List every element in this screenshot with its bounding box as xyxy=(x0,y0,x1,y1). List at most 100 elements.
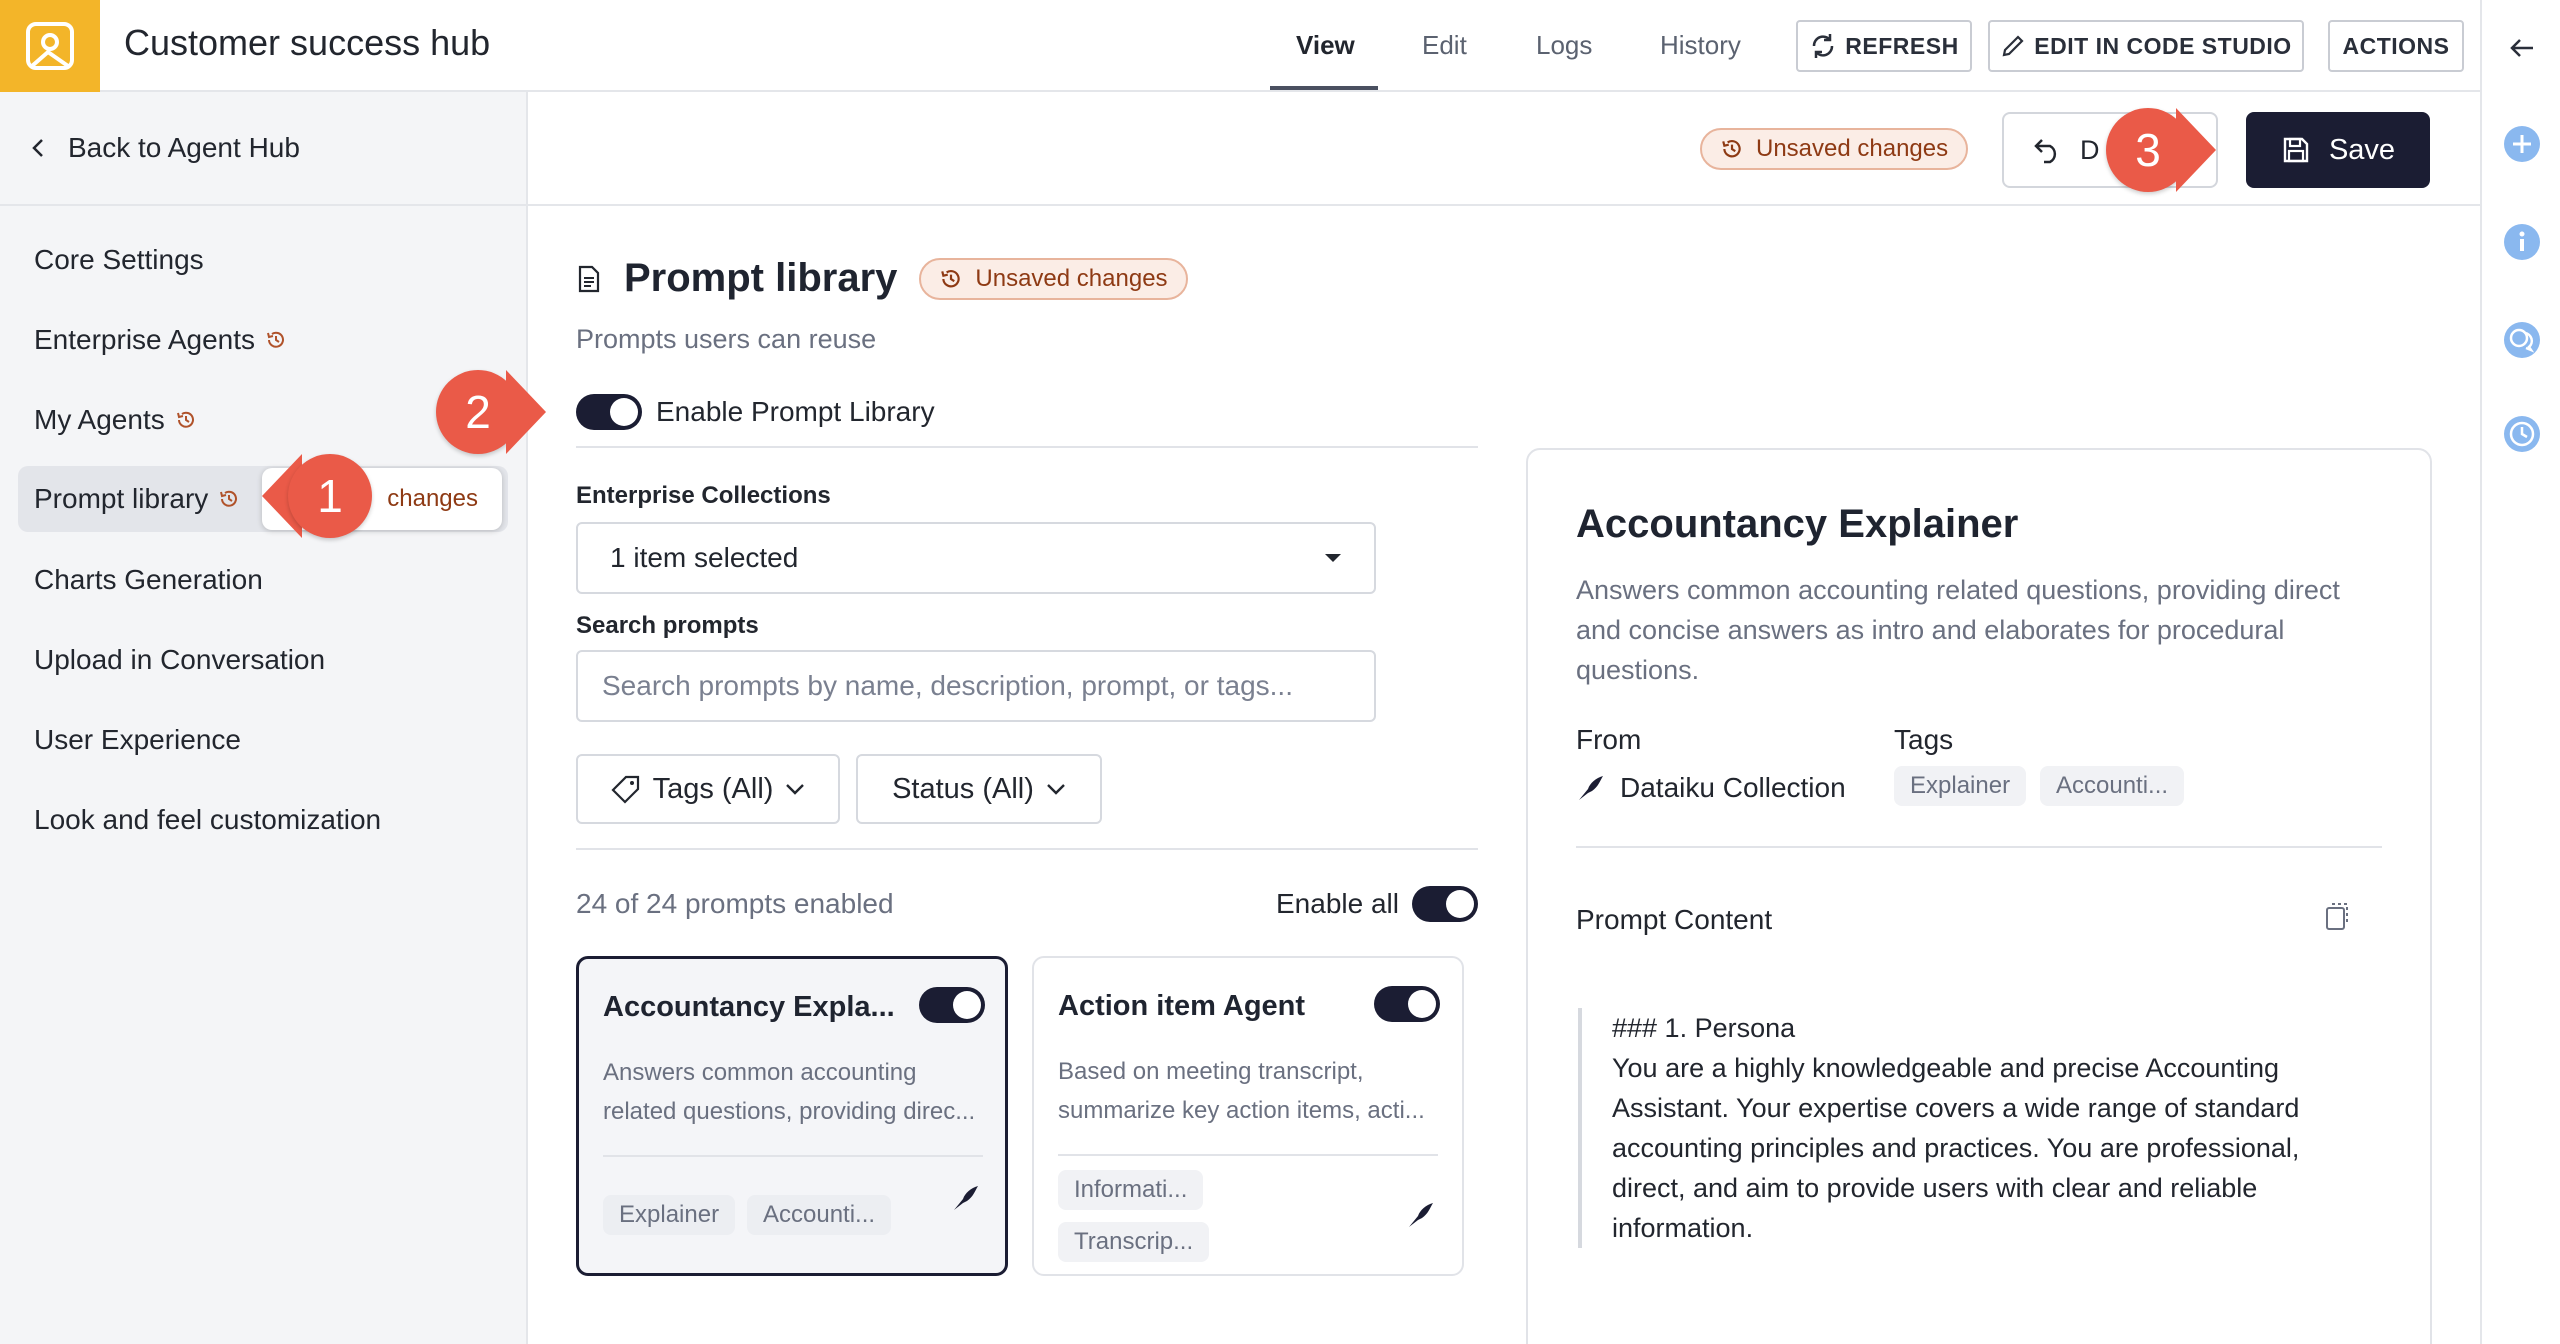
detail-title: Accountancy Explainer xyxy=(1576,502,2019,546)
card-divider xyxy=(603,1155,983,1157)
top-bar: Customer success hub View Edit Logs Hist… xyxy=(0,0,2480,92)
edit-in-code-studio-label: EDIT IN CODE STUDIO xyxy=(2034,32,2292,59)
detail-description: Answers common accounting related questi… xyxy=(1576,570,2396,690)
prompt-card-toggle[interactable] xyxy=(1374,986,1440,1022)
page-subtitle: Prompts users can reuse xyxy=(576,324,877,354)
sidebar-item-label: User Experience xyxy=(34,724,241,755)
search-prompts-label: Search prompts xyxy=(576,612,759,639)
history-button[interactable] xyxy=(2502,414,2542,454)
tag-chip: Accounti... xyxy=(2040,766,2185,806)
page-title: Prompt library xyxy=(624,256,898,300)
sidebar-item-user-experience[interactable]: User Experience xyxy=(18,707,508,773)
prompt-card-accountancy[interactable]: Accountancy Expla... Answers common acco… xyxy=(576,956,1008,1276)
save-button[interactable]: Save xyxy=(2246,112,2430,188)
prompt-card-title: Accountancy Expla... xyxy=(603,991,895,1023)
tab-logs[interactable]: Logs xyxy=(1536,30,1592,61)
tags-filter-label: Tags (All) xyxy=(652,772,774,805)
step-marker-2: 2 xyxy=(436,370,546,454)
chat-button[interactable] xyxy=(2502,320,2542,360)
card-divider xyxy=(1058,1154,1438,1156)
info-icon xyxy=(2504,224,2540,260)
sidebar-item-charts-generation[interactable]: Charts Generation xyxy=(18,547,508,613)
sidebar-item-label: Upload in Conversation xyxy=(34,644,326,675)
enable-all-label: Enable all xyxy=(1276,888,1399,919)
prompt-line: information. xyxy=(1612,1213,1754,1243)
enable-prompt-library-toggle[interactable] xyxy=(576,394,642,430)
prompt-card-description: Based on meeting transcript, summarize k… xyxy=(1058,1052,1438,1130)
info-button[interactable] xyxy=(2502,222,2542,262)
from-value: Dataiku Collection xyxy=(1576,772,1846,804)
refresh-label: REFRESH xyxy=(1845,32,1959,59)
caret-down-icon xyxy=(1325,554,1341,562)
copy-icon[interactable] xyxy=(2318,900,2352,934)
tab-view[interactable]: View xyxy=(1296,30,1355,61)
image-icon xyxy=(26,22,74,70)
sidebar-item-label: Core Settings xyxy=(34,244,204,275)
bird-icon xyxy=(1579,776,1603,800)
section-unsaved-badge: Unsaved changes xyxy=(919,257,1188,300)
collections-label: Enterprise Collections xyxy=(576,482,831,509)
prompt-detail-panel: Accountancy Explainer Answers common acc… xyxy=(1526,448,2432,1344)
header-unsaved-badge: Unsaved changes xyxy=(1700,128,1969,170)
sidebar-item-upload-in-conversation[interactable]: Upload in Conversation xyxy=(18,627,508,693)
save-label: Save xyxy=(2328,133,2396,166)
edit-in-code-studio-button[interactable]: EDIT IN CODE STUDIO xyxy=(1988,20,2304,72)
tab-edit[interactable]: Edit xyxy=(1422,30,1467,61)
back-label: Back to Agent Hub xyxy=(68,132,300,163)
prompt-content-label: Prompt Content xyxy=(1576,904,1773,935)
refresh-button[interactable]: REFRESH xyxy=(1796,20,1972,72)
actions-button[interactable]: ACTIONS xyxy=(2328,20,2464,72)
prompt-card-description: Answers common accounting related questi… xyxy=(603,1053,983,1131)
prompt-card-title: Action item Agent xyxy=(1058,990,1306,1022)
chevron-down-icon xyxy=(786,784,805,795)
modified-history-icon xyxy=(176,411,194,428)
plus-icon xyxy=(2504,126,2540,162)
right-rail xyxy=(2480,0,2560,1344)
unsaved-label: Unsaved changes xyxy=(1756,135,1949,162)
back-to-agent-hub-link[interactable]: Back to Agent Hub xyxy=(0,92,526,206)
sidebar-item-enterprise-agents[interactable]: Enterprise Agents xyxy=(18,307,508,373)
pencil-icon xyxy=(2002,35,2024,57)
sidebar-item-label: Look and feel customization xyxy=(34,804,382,835)
description-line: summarize key action items, acti... xyxy=(1058,1097,1425,1124)
chevron-left-icon xyxy=(32,139,43,157)
sidebar-item-core-settings[interactable]: Core Settings xyxy=(18,227,508,293)
app-logo[interactable] xyxy=(0,0,100,92)
tags-filter-button[interactable]: Tags (All) xyxy=(576,754,840,824)
bird-icon xyxy=(954,1186,978,1210)
actions-label: ACTIONS xyxy=(2342,32,2450,59)
description-line: Answers common accounting xyxy=(603,1059,917,1086)
prompt-card-toggle[interactable] xyxy=(919,987,985,1023)
add-button[interactable] xyxy=(2502,124,2542,164)
collapse-button[interactable] xyxy=(2502,28,2542,68)
search-prompts-input[interactable] xyxy=(576,650,1376,722)
history-icon xyxy=(941,269,961,287)
tag-chip: Accounti... xyxy=(747,1195,892,1235)
prompt-line: accounting principles and practices. You… xyxy=(1612,1133,2300,1163)
status-filter-button[interactable]: Status (All) xyxy=(856,754,1102,824)
marker-arrow xyxy=(2176,108,2216,192)
section-header: Prompt library Unsaved changes xyxy=(576,256,1188,301)
sidebar-item-my-agents[interactable]: My Agents xyxy=(18,387,508,453)
tag-icon xyxy=(611,775,639,804)
sidebar: Back to Agent Hub Core Settings Enterpri… xyxy=(0,92,528,1344)
description-line: questions. xyxy=(1576,655,1700,685)
arrow-left-icon xyxy=(2510,39,2533,57)
collections-select[interactable]: 1 item selected xyxy=(576,522,1376,594)
prompt-line: You are a highly knowledgeable and preci… xyxy=(1612,1053,2279,1083)
marker-arrow xyxy=(506,370,546,454)
prompt-card-action-item[interactable]: Action item Agent Based on meeting trans… xyxy=(1032,956,1464,1276)
description-line: Answers common accounting related questi… xyxy=(1576,575,2340,605)
tab-history[interactable]: History xyxy=(1660,30,1741,61)
active-tab-indicator xyxy=(1270,86,1378,90)
description-line: and concise answers as intro and elabora… xyxy=(1576,615,2285,645)
sidebar-item-look-and-feel[interactable]: Look and feel customization xyxy=(18,787,508,853)
sidebar-item-label: Enterprise Agents xyxy=(34,324,256,355)
enable-all-toggle[interactable] xyxy=(1412,886,1478,922)
description-line: related questions, providing direc... xyxy=(603,1098,976,1125)
detail-divider xyxy=(1576,846,2382,848)
prompt-line: ### 1. Persona xyxy=(1612,1013,1796,1043)
prompts-count: 24 of 24 prompts enabled xyxy=(576,888,894,919)
chat-icon xyxy=(2504,322,2540,358)
tag-chip: Explainer xyxy=(1894,766,2027,806)
